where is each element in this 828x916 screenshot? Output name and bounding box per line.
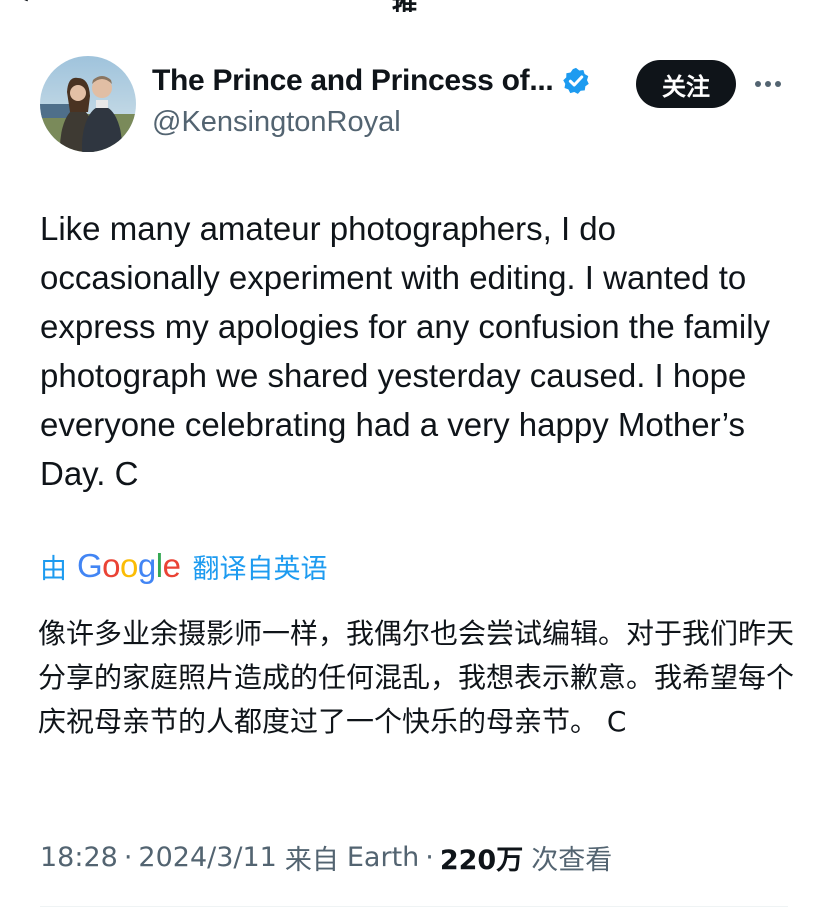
tweet-time[interactable]: 18:28 (40, 842, 118, 873)
author-display-name[interactable]: The Prince and Princess of... (152, 64, 554, 98)
tweet-meta: 18:28 · 2024/3/11 来自 Earth · 220万 次查看 (40, 838, 612, 877)
verified-badge-icon[interactable] (561, 66, 591, 96)
translation-suffix: 翻译自英语 (192, 553, 328, 585)
tweet-text: Like many amateur photographers, I do oc… (40, 210, 771, 492)
views-label: 次查看 (531, 845, 613, 876)
avatar[interactable] (40, 56, 136, 152)
views-count[interactable]: 220万 (440, 838, 523, 877)
divider (40, 906, 788, 907)
translated-tweet-text: 像许多业余摄影师一样，我偶尔也会尝试编辑。对于我们昨天分享的家庭照片造成的任何混… (38, 617, 795, 738)
tweet-header: The Prince and Princess of... @Kensingto… (40, 56, 790, 156)
author-handle[interactable]: @KensingtonRoyal (152, 106, 401, 139)
name-row: The Prince and Princess of... (152, 64, 591, 98)
top-bar-fragment: 推 (0, 0, 828, 12)
page-title-fragment: 推 (392, 0, 418, 12)
google-logo: Google (77, 547, 181, 584)
meta-separator: · (123, 842, 133, 873)
tweet-date[interactable]: 2024/3/11 (138, 842, 276, 873)
meta-separator: · (425, 842, 434, 873)
avatar-image (40, 56, 136, 152)
translation-prefix: 由 (40, 553, 67, 585)
follow-button[interactable]: 关注 (636, 60, 736, 108)
more-horizontal-icon[interactable] (752, 68, 784, 100)
source-prefix: 来自 (284, 845, 339, 876)
translation-attribution[interactable]: 由 Google 翻译自英语 (40, 546, 327, 586)
tweet-source: Earth (346, 842, 420, 873)
back-arrow-icon[interactable] (10, 0, 32, 6)
